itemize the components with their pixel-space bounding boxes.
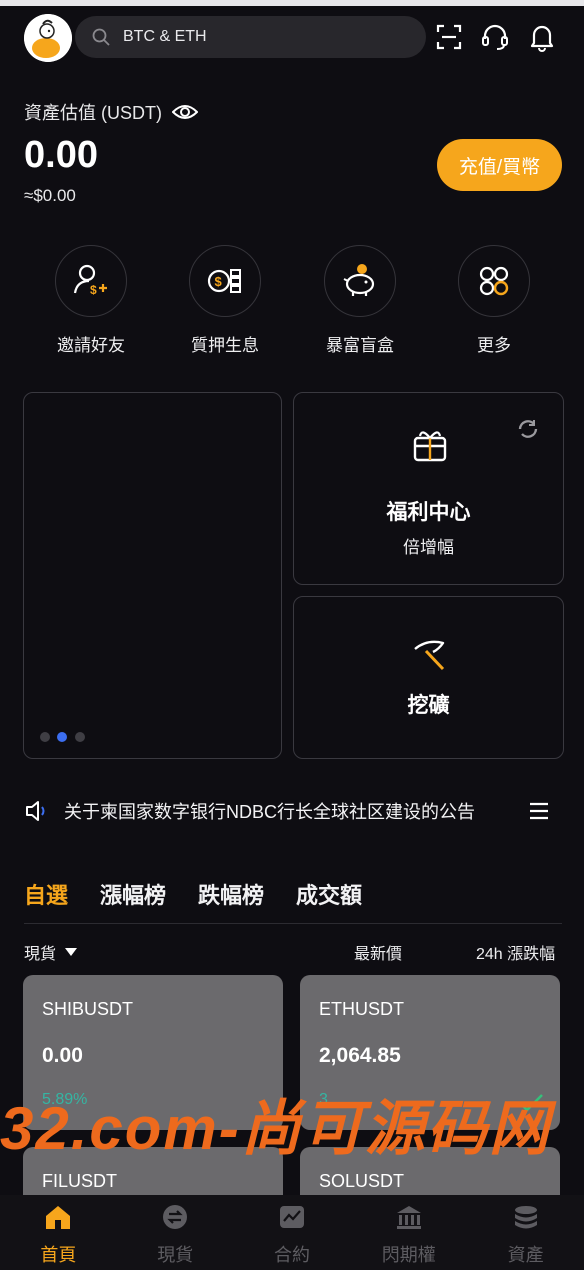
nav-home[interactable]: 首頁 [0, 1195, 117, 1270]
welfare-center-card[interactable]: 福利中心 倍增幅 [293, 392, 564, 585]
search-bar[interactable]: BTC & ETH [75, 16, 426, 58]
tab-gainers[interactable]: 漲幅榜 [100, 878, 166, 912]
gift-icon [413, 431, 447, 462]
spot-exchange-icon [163, 1205, 188, 1229]
tab-favorites[interactable]: 自選 [24, 878, 68, 912]
market-price: 0.00 [42, 1044, 83, 1067]
staking-coin-icon: $ [207, 269, 241, 293]
scan-icon[interactable] [434, 22, 464, 52]
nav-spot[interactable]: 現貨 [117, 1195, 234, 1270]
bell-icon[interactable] [527, 22, 557, 52]
refresh-icon[interactable] [516, 417, 540, 441]
contract-chart-icon [279, 1206, 304, 1228]
nav-label: 首頁 [40, 1245, 77, 1265]
headset-icon[interactable] [480, 22, 510, 52]
market-symbol: SOLUSDT [319, 1171, 405, 1191]
market-symbol: FILUSDT [42, 1171, 118, 1191]
carousel-dot[interactable] [40, 732, 50, 742]
search-icon [92, 28, 110, 46]
tab-divider [24, 923, 562, 924]
quick-action-circle [324, 245, 396, 317]
quick-action-more[interactable]: 更多 [457, 245, 531, 356]
latest-price-header[interactable]: 最新價 [354, 940, 402, 964]
market-tabs: 自選 漲幅榜 跌幅榜 成交額 [24, 878, 394, 912]
wallet-stack-icon [514, 1206, 537, 1229]
quick-action-staking[interactable]: $ 質押生息 [188, 245, 262, 356]
tab-losers[interactable]: 跌幅榜 [198, 878, 264, 912]
quick-action-label: 邀請好友 [57, 336, 125, 355]
tab-volume[interactable]: 成交額 [296, 878, 362, 912]
announcement-text: 关于柬国家数字银行NDBC行长全球社区建设的公告 [64, 802, 476, 822]
mining-title: 挖礦 [407, 694, 450, 717]
piggy-bank-icon [343, 264, 375, 296]
nav-label: 合約 [273, 1245, 310, 1265]
asset-usd-value: ≈$0.00 [24, 186, 76, 205]
carousel-dot-active[interactable] [57, 732, 67, 742]
nav-label: 現貨 [157, 1245, 194, 1265]
market-price: 2,064.85 [319, 1044, 401, 1067]
header: BTC & ETH [0, 6, 584, 68]
mining-card[interactable]: 挖礦 [293, 596, 564, 759]
list-menu-icon[interactable] [528, 800, 550, 822]
search-text: BTC & ETH [123, 28, 207, 45]
asset-label-text: 資產估值 (USDT) [24, 103, 162, 123]
nav-label: 閃期權 [381, 1245, 436, 1265]
welfare-center-subtitle: 倍增幅 [403, 538, 454, 557]
spot-filter-label: 現貨 [24, 946, 57, 963]
avatar[interactable] [24, 14, 72, 62]
quick-action-label: 質押生息 [191, 336, 259, 355]
eye-icon[interactable] [172, 102, 198, 122]
spot-filter-dropdown[interactable]: 現貨 [24, 940, 78, 964]
nav-contract[interactable]: 合約 [234, 1195, 351, 1270]
market-symbol: ETHUSDT [319, 999, 404, 1019]
pickaxe-icon [414, 640, 445, 671]
quick-action-label: 暴富盲盒 [326, 336, 394, 355]
svg-text:$: $ [215, 274, 223, 289]
market-symbol: SHIBUSDT [42, 999, 134, 1019]
more-grid-icon [479, 266, 509, 296]
speaker-icon [26, 801, 45, 821]
bottom-nav: 首頁 現貨 合約 閃期權 資產 [0, 1195, 584, 1270]
asset-label: 資產估值 (USDT) [24, 99, 198, 125]
quick-action-label: 更多 [477, 336, 511, 355]
asset-value: 0.00 [24, 134, 98, 176]
nav-options[interactable]: 閃期權 [350, 1195, 467, 1270]
banner-carousel[interactable] [23, 392, 282, 759]
bank-icon [396, 1206, 421, 1229]
change-24h-header[interactable]: 24h 漲跌幅 [476, 940, 555, 964]
nav-assets[interactable]: 資產 [467, 1195, 584, 1270]
quick-action-circle: $ [55, 245, 127, 317]
watermark: 32.com-尚可源码网 [0, 1095, 551, 1162]
welfare-center-title: 福利中心 [386, 501, 471, 524]
caret-down-icon [65, 948, 78, 956]
carousel-dot[interactable] [75, 732, 85, 742]
quick-action-circle: $ [189, 245, 261, 317]
invite-friend-icon: $ [73, 264, 107, 297]
deposit-buy-button[interactable]: 充值/買幣 [437, 139, 562, 191]
quick-action-circle [458, 245, 530, 317]
svg-text:$: $ [90, 283, 97, 297]
quick-action-invite[interactable]: $ 邀請好友 [54, 245, 128, 356]
nav-label: 資產 [507, 1245, 544, 1265]
announcement-bar[interactable]: 关于柬国家数字银行NDBC行长全球社区建设的公告 [24, 796, 560, 826]
quick-action-blind-box[interactable]: 暴富盲盒 [323, 245, 397, 356]
home-icon [46, 1206, 71, 1229]
